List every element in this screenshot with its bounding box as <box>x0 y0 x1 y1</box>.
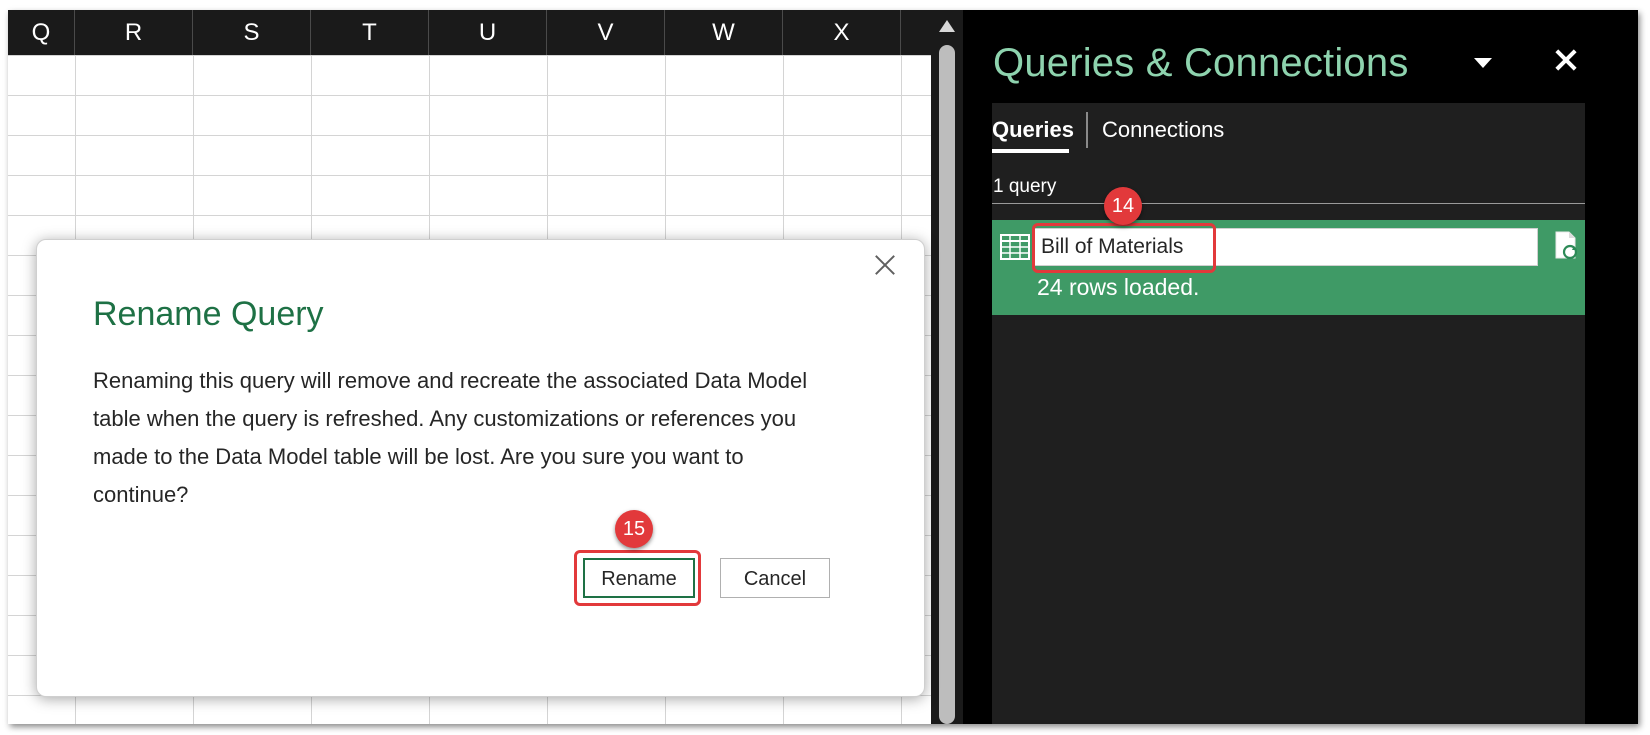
divider <box>992 203 1585 204</box>
column-header-bar: Q R S T U V W X <box>8 10 931 55</box>
scrollbar-thumb[interactable] <box>939 45 955 724</box>
close-icon[interactable] <box>1554 48 1578 72</box>
tab-connections[interactable]: Connections <box>1102 117 1224 143</box>
dialog-message: Renaming this query will remove and recr… <box>93 368 808 507</box>
query-count: 1 query <box>993 176 1057 197</box>
close-icon[interactable] <box>870 250 900 280</box>
column-header-t[interactable]: T <box>311 10 429 55</box>
scroll-up-arrow-icon[interactable] <box>939 20 955 32</box>
app-window: Q R S T U V W X Rename Query Renaming th… <box>8 10 1638 724</box>
column-header-q[interactable]: Q <box>8 10 75 55</box>
query-status: 24 rows loaded. <box>1037 274 1200 300</box>
table-icon <box>1000 234 1030 260</box>
query-list-item[interactable]: 24 rows loaded. <box>992 220 1585 315</box>
queries-connections-pane: Queries & Connections Queries Connection… <box>963 10 1638 724</box>
column-header-r[interactable]: R <box>75 10 193 55</box>
cancel-button[interactable]: Cancel <box>720 558 830 598</box>
pane-scroll-area <box>1585 103 1638 724</box>
pane-body: Queries Connections 1 query Bill of Mate… <box>992 103 1585 724</box>
column-header-u[interactable]: U <box>429 10 547 55</box>
tab-queries[interactable]: Queries <box>992 117 1074 143</box>
dialog-title: Rename Query <box>93 295 324 333</box>
callout-badge-15: 15 <box>615 510 653 548</box>
chevron-down-icon[interactable] <box>1474 58 1492 68</box>
rename-button[interactable]: Rename <box>583 558 695 598</box>
query-name-input[interactable] <box>1034 228 1538 266</box>
column-header-s[interactable]: S <box>193 10 311 55</box>
vertical-scrollbar[interactable] <box>931 10 963 724</box>
column-header-x[interactable]: X <box>783 10 901 55</box>
column-header-w[interactable]: W <box>665 10 783 55</box>
callout-badge-14: 14 <box>1104 187 1142 225</box>
refresh-document-icon[interactable] <box>1553 230 1579 262</box>
column-header-v[interactable]: V <box>547 10 665 55</box>
active-tab-indicator <box>992 149 1069 153</box>
pane-title: Queries & Connections <box>993 41 1409 85</box>
tab-divider <box>1086 112 1088 148</box>
rename-query-dialog: Rename Query Renaming this query will re… <box>36 239 925 697</box>
